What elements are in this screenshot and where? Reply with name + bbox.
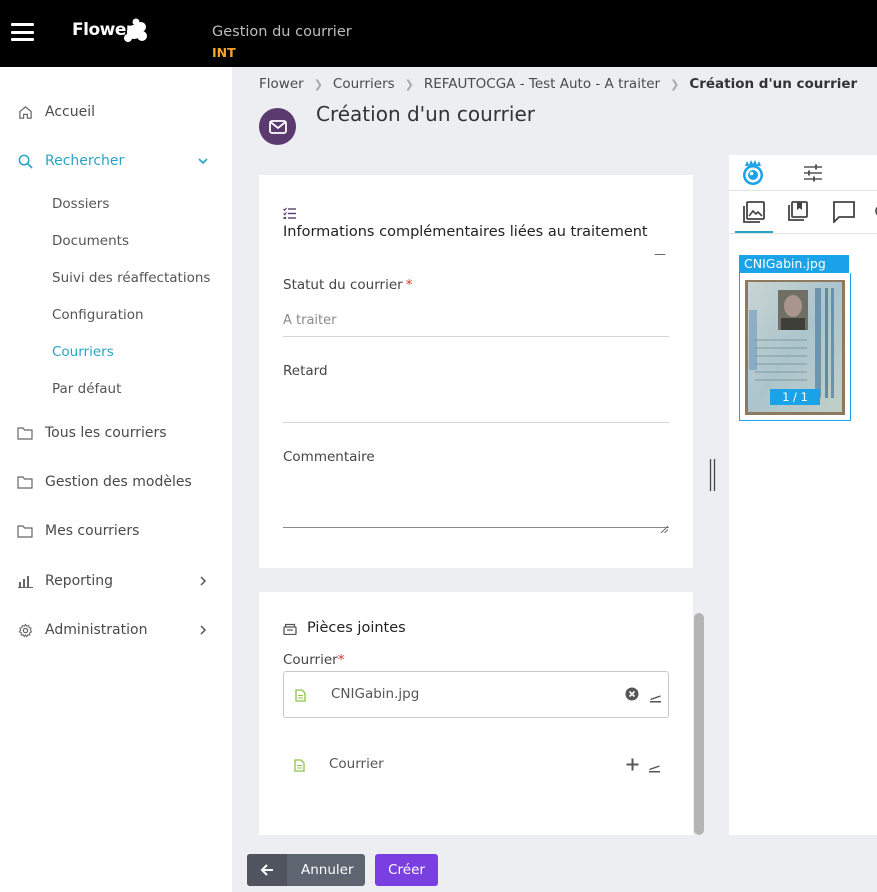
folder-icon [17, 523, 33, 539]
courrier-label: Courrier* [283, 652, 344, 668]
breadcrumb-separator-icon: ❯ [313, 77, 323, 91]
arrow-left-icon [247, 854, 287, 886]
resize-handle-icon[interactable] [660, 518, 669, 534]
sidebar-item-reporting[interactable]: Reporting [0, 561, 232, 601]
comment-textarea[interactable] [283, 475, 669, 534]
thumbnail-file-title: CNIGabin.jpg [739, 255, 849, 273]
add-file-icon[interactable] [626, 756, 639, 775]
collapse-icon[interactable]: — [654, 247, 666, 261]
tab-bookmarks-icon[interactable] [788, 201, 808, 225]
attachments-title: Pièces jointes [307, 620, 406, 636]
breadcrumb-separator-icon: ❯ [670, 77, 680, 91]
status-field-underline [283, 336, 669, 337]
sidebar-item-tous-les-courriers[interactable]: Tous les courriers [0, 413, 232, 453]
attachments-card: Pièces jointes Courrier* CNIGabin.jpg Co… [259, 592, 693, 835]
breadcrumb-item-current: Création d'un courrier [689, 76, 858, 92]
cancel-button-label: Annuler [301, 862, 354, 878]
sidebar-subitem-par-defaut[interactable]: Par défaut [52, 381, 121, 397]
breadcrumb-item-courriers[interactable]: Courriers [333, 76, 395, 92]
sidebar-subitem-documents[interactable]: Documents [52, 233, 129, 249]
delay-field-label: Retard [283, 363, 328, 379]
document-viewer-panel: CNIGabin.jpg 1 / 1 [729, 155, 877, 835]
app-title: Gestion du courrier [212, 24, 352, 40]
sidebar-item-mes-courriers[interactable]: Mes courriers [0, 511, 232, 551]
home-icon [17, 104, 33, 120]
viewer-tabs [729, 192, 877, 234]
breadcrumb-item-workflow[interactable]: REFAUTOCGA - Test Auto - A traiter [424, 76, 660, 92]
courrier-label-text: Courrier [283, 652, 338, 668]
panel-splitter-handle[interactable] [709, 459, 716, 491]
status-field-value[interactable]: A traiter [283, 313, 337, 328]
gear-icon [17, 622, 33, 638]
attached-file-name[interactable]: CNIGabin.jpg [331, 686, 419, 702]
cancel-button[interactable]: Annuler [247, 854, 365, 886]
sidebar-subitem-suivi-reaffectations[interactable]: Suivi des réaffectations [52, 270, 210, 286]
info-section-title: Informations complémentaires liées au tr… [283, 224, 648, 240]
viewer-toolbar [729, 155, 877, 191]
environment-badge: INT [212, 45, 236, 60]
create-button[interactable]: Créer [375, 854, 438, 886]
document-icon [295, 687, 306, 706]
search-icon [17, 153, 33, 169]
scanner-icon[interactable] [648, 758, 661, 777]
sliders-icon[interactable] [803, 164, 823, 186]
sidebar-item-rechercher[interactable]: Rechercher [0, 141, 232, 181]
attachment-box-icon [283, 620, 297, 639]
tab-comments-icon[interactable] [833, 201, 855, 227]
sidebar-item-label: Tous les courriers [45, 425, 167, 441]
form-scrollbar-thumb[interactable] [694, 613, 704, 835]
top-bar: Flower Gestion du courrier INT [0, 0, 877, 67]
sidebar-item-label: Administration [45, 622, 148, 638]
sidebar-item-label: Gestion des modèles [45, 474, 192, 490]
scanner-icon[interactable] [649, 688, 662, 707]
chevron-down-icon[interactable] [197, 155, 209, 167]
sidebar-item-label: Mes courriers [45, 523, 140, 539]
remove-file-icon[interactable] [625, 686, 639, 705]
sidebar-subitem-dossiers[interactable]: Dossiers [52, 196, 109, 212]
sidebar: Accueil Rechercher Dossiers Documents Su… [0, 67, 232, 892]
chevron-right-icon[interactable] [197, 575, 209, 587]
status-label-text: Statut du courrier [283, 277, 403, 293]
thumbnail-page-indicator: 1 / 1 [770, 389, 820, 405]
flower-logo[interactable]: Flower [70, 14, 160, 50]
breadcrumb: Flower ❯ Courriers ❯ REFAUTOCGA - Test A… [259, 76, 857, 92]
sidebar-item-label: Rechercher [45, 153, 125, 169]
breadcrumb-item-flower[interactable]: Flower [259, 76, 304, 92]
tab-images-icon[interactable] [743, 201, 765, 227]
delay-field-underline [283, 422, 669, 423]
sidebar-subitem-courriers[interactable]: Courriers [52, 344, 114, 360]
hamburger-menu-icon[interactable] [11, 23, 34, 41]
sidebar-item-label: Accueil [45, 104, 95, 120]
folder-icon [17, 425, 33, 441]
required-marker: * [405, 277, 413, 293]
attached-file-row[interactable]: CNIGabin.jpg [283, 671, 669, 718]
sidebar-item-label: Reporting [45, 573, 114, 589]
breadcrumb-separator-icon: ❯ [404, 77, 414, 91]
checklist-icon [283, 204, 297, 223]
chevron-right-icon[interactable] [197, 624, 209, 636]
logo-text: Flower [72, 20, 134, 40]
required-marker: * [337, 652, 345, 668]
sidebar-item-administration[interactable]: Administration [0, 610, 232, 650]
document-icon [294, 757, 305, 776]
sidebar-subitem-configuration[interactable]: Configuration [52, 307, 144, 323]
page-title: Création d'un courrier [316, 102, 535, 126]
empty-slot-label: Courrier [329, 756, 384, 772]
info-section-card: Informations complémentaires liées au tr… [259, 175, 693, 568]
delay-field-input[interactable] [283, 397, 669, 417]
viewer-eye-icon[interactable] [740, 159, 766, 191]
folder-icon [17, 474, 33, 490]
sidebar-item-accueil[interactable]: Accueil [0, 92, 232, 132]
comment-field-label: Commentaire [283, 449, 375, 465]
empty-attachment-slot[interactable]: Courrier [283, 742, 669, 786]
active-tab-indicator [735, 231, 773, 233]
bar-chart-icon [17, 573, 33, 589]
sidebar-item-gestion-modeles[interactable]: Gestion des modèles [0, 462, 232, 502]
mail-icon [259, 108, 296, 145]
status-field-label: Statut du courrier * [283, 277, 412, 293]
